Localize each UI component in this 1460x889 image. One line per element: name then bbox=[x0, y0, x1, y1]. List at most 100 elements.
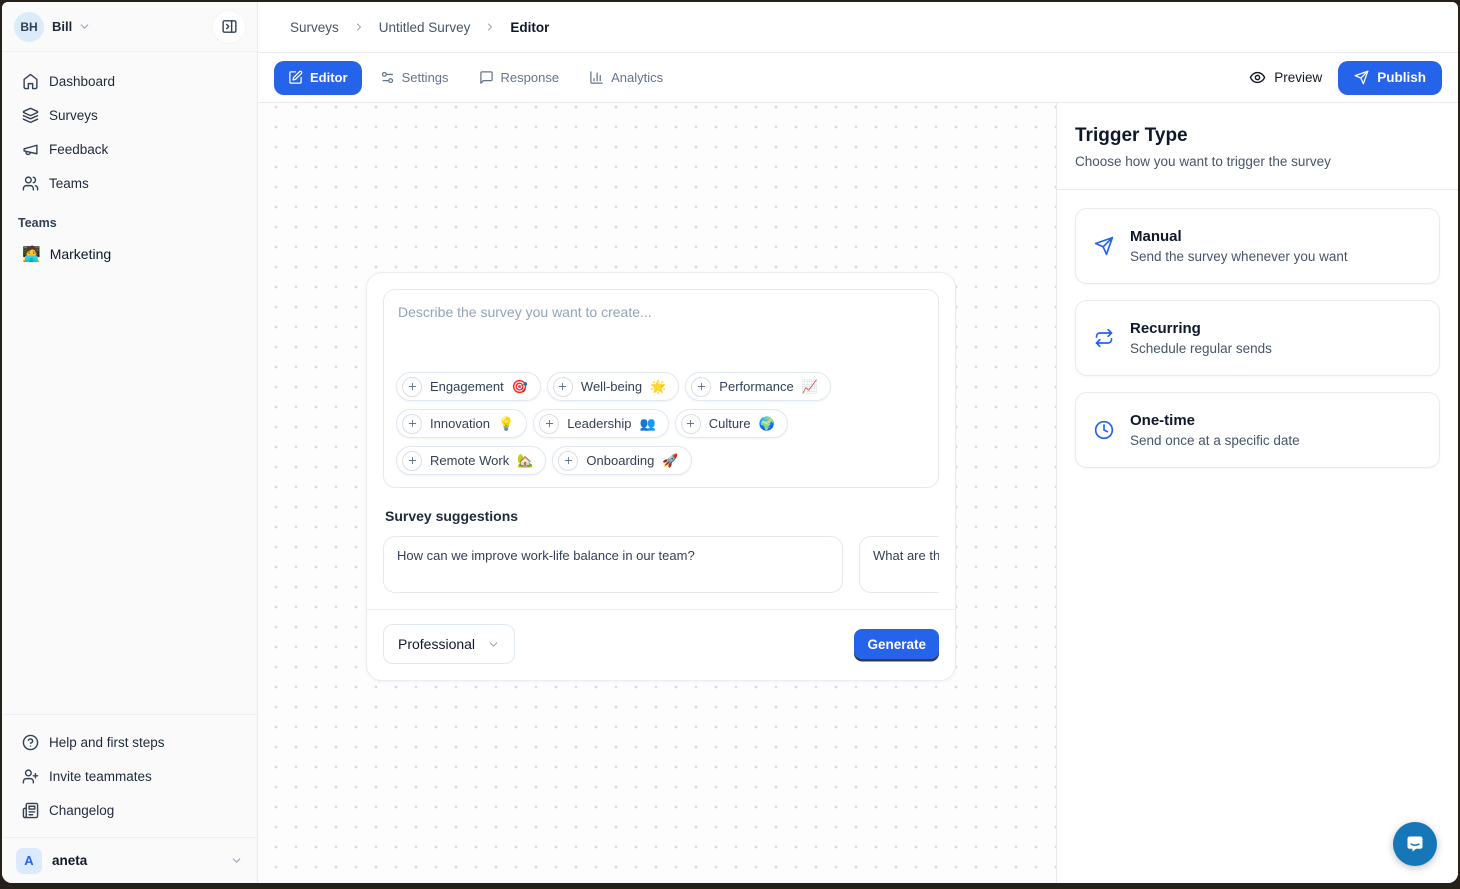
topic-chip-label: Culture bbox=[709, 416, 751, 431]
trigger-options: Manual Send the survey whenever you want… bbox=[1057, 190, 1458, 486]
sidebar-nav-item[interactable]: Feedback bbox=[10, 132, 249, 166]
topic-chip-emoji: 💡 bbox=[498, 416, 514, 432]
topic-chip-emoji: 📈 bbox=[802, 379, 818, 395]
sidebar-nav: Dashboard Surveys Feedback Teams bbox=[2, 52, 257, 200]
suggestion-card[interactable]: What are the main ob bbox=[859, 536, 939, 593]
user-plus-icon bbox=[22, 768, 39, 785]
generate-button[interactable]: Generate bbox=[854, 629, 939, 659]
plus-icon bbox=[681, 414, 701, 434]
sidebar-nav-label: Teams bbox=[49, 176, 89, 191]
trigger-option-description: Schedule regular sends bbox=[1130, 341, 1272, 356]
trigger-option-title: Manual bbox=[1130, 228, 1348, 245]
sidebar-nav-label: Dashboard bbox=[49, 74, 115, 89]
breadcrumb-item[interactable]: Editor bbox=[510, 20, 549, 35]
user-avatar: A bbox=[16, 848, 42, 874]
preview-button[interactable]: Preview bbox=[1249, 69, 1322, 86]
tab-label: Analytics bbox=[611, 70, 663, 85]
megaphone-icon bbox=[22, 141, 39, 158]
topic-chip[interactable]: Culture 🌍 bbox=[675, 409, 788, 438]
suggestion-card[interactable]: How can we improve work-life balance in … bbox=[383, 536, 843, 593]
prompt-card: Describe the survey you want to create..… bbox=[383, 289, 939, 488]
trigger-option-card[interactable]: Manual Send the survey whenever you want bbox=[1075, 208, 1440, 284]
tab-group: Editor Settings Response Analyti bbox=[274, 61, 675, 95]
chevron-down-icon bbox=[78, 20, 91, 33]
trigger-option-description: Send the survey whenever you want bbox=[1130, 249, 1348, 264]
chevron-right-icon bbox=[353, 21, 365, 33]
settings-icon bbox=[380, 70, 395, 85]
sidebar-footer-label: Help and first steps bbox=[49, 735, 165, 750]
suggestions-row: How can we improve work-life balance in … bbox=[383, 536, 939, 593]
sidebar-footer-nav: Help and first steps Invite teammates Ch… bbox=[2, 714, 257, 837]
sidebar-footer-item[interactable]: Help and first steps bbox=[10, 725, 249, 759]
sidebar: BH Bill Dashboard Surveys bbox=[2, 2, 258, 883]
breadcrumb-item[interactable]: Untitled Survey bbox=[379, 20, 511, 35]
help-icon bbox=[22, 734, 39, 751]
plus-icon bbox=[691, 377, 711, 397]
sidebar-collapse-button[interactable] bbox=[213, 11, 245, 43]
sidebar-footer-label: Invite teammates bbox=[49, 769, 152, 784]
topic-chip-label: Well-being bbox=[581, 379, 642, 394]
chat-launcher-button[interactable] bbox=[1393, 822, 1437, 866]
trigger-option-card[interactable]: One-time Send once at a specific date bbox=[1075, 392, 1440, 468]
tab[interactable]: Editor bbox=[274, 61, 362, 95]
workspace-switcher[interactable]: Bill bbox=[52, 19, 91, 34]
topic-chip-label: Leadership bbox=[567, 416, 631, 431]
prompt-input[interactable]: Describe the survey you want to create..… bbox=[396, 302, 926, 320]
publish-button[interactable]: Publish bbox=[1338, 61, 1442, 95]
chevron-down-icon bbox=[230, 854, 243, 867]
teams-list: 🧑‍💻 Marketing bbox=[2, 236, 257, 272]
trigger-panel-subtitle: Choose how you want to trigger the surve… bbox=[1075, 154, 1440, 169]
topic-chip[interactable]: Well-being 🌟 bbox=[547, 372, 679, 401]
topic-chip[interactable]: Engagement 🎯 bbox=[396, 372, 541, 401]
tab[interactable]: Response bbox=[467, 61, 572, 95]
send-icon bbox=[1354, 70, 1369, 85]
editor-canvas[interactable]: Describe the survey you want to create..… bbox=[258, 103, 1057, 883]
survey-composer-card: Describe the survey you want to create..… bbox=[366, 272, 956, 681]
plus-icon bbox=[402, 451, 422, 471]
team-item[interactable]: 🧑‍💻 Marketing bbox=[2, 236, 257, 272]
topic-chip-label: Remote Work bbox=[430, 453, 509, 468]
topic-chip-label: Performance bbox=[719, 379, 793, 394]
teams-section-label: Teams bbox=[2, 200, 257, 236]
tab-label: Response bbox=[501, 70, 560, 85]
plus-icon bbox=[402, 414, 422, 434]
suggestions-title: Survey suggestions bbox=[385, 508, 939, 524]
sidebar-nav-item[interactable]: Teams bbox=[10, 166, 249, 200]
trigger-option-card[interactable]: Recurring Schedule regular sends bbox=[1075, 300, 1440, 376]
topic-chips: Engagement 🎯 Well-being 🌟 bbox=[396, 328, 926, 475]
clock-icon bbox=[1094, 420, 1114, 440]
sidebar-nav-item[interactable]: Dashboard bbox=[10, 64, 249, 98]
trigger-panel-header: Trigger Type Choose how you want to trig… bbox=[1057, 103, 1458, 190]
topic-chip-label: Engagement bbox=[430, 379, 504, 394]
chevron-down-icon bbox=[487, 638, 500, 651]
sidebar-nav-item[interactable]: Surveys bbox=[10, 98, 249, 132]
breadcrumb: Surveys Untitled Survey Editor bbox=[258, 2, 1458, 53]
tone-value: Professional bbox=[398, 636, 475, 652]
tab[interactable]: Settings bbox=[368, 61, 461, 95]
home-icon bbox=[22, 73, 39, 90]
workspace-header: BH Bill bbox=[2, 2, 257, 52]
content: Describe the survey you want to create..… bbox=[258, 103, 1458, 883]
topic-chip[interactable]: Innovation 💡 bbox=[396, 409, 527, 438]
composer-footer: Professional Generate bbox=[367, 609, 955, 664]
topic-chip-emoji: 🌟 bbox=[650, 379, 666, 395]
breadcrumb-item[interactable]: Surveys bbox=[290, 20, 379, 35]
workspace-name: Bill bbox=[52, 19, 72, 34]
tab[interactable]: Analytics bbox=[577, 61, 675, 95]
layers-icon bbox=[22, 107, 39, 124]
user-menu[interactable]: A aneta bbox=[2, 837, 257, 883]
topic-chip[interactable]: Leadership 👥 bbox=[533, 409, 669, 438]
sidebar-footer-item[interactable]: Invite teammates bbox=[10, 759, 249, 793]
topic-chip-emoji: 🏡 bbox=[517, 453, 533, 469]
users-icon bbox=[22, 175, 39, 192]
tab-label: Settings bbox=[402, 70, 449, 85]
topic-chip[interactable]: Onboarding 🚀 bbox=[552, 446, 691, 475]
topic-chip[interactable]: Remote Work 🏡 bbox=[396, 446, 546, 475]
response-icon bbox=[479, 70, 494, 85]
sidebar-nav-label: Surveys bbox=[49, 108, 98, 123]
tone-select[interactable]: Professional bbox=[383, 624, 515, 664]
plus-icon bbox=[539, 414, 559, 434]
sidebar-footer-item[interactable]: Changelog bbox=[10, 793, 249, 827]
panel-toggle-icon bbox=[221, 18, 238, 35]
topic-chip[interactable]: Performance 📈 bbox=[685, 372, 831, 401]
